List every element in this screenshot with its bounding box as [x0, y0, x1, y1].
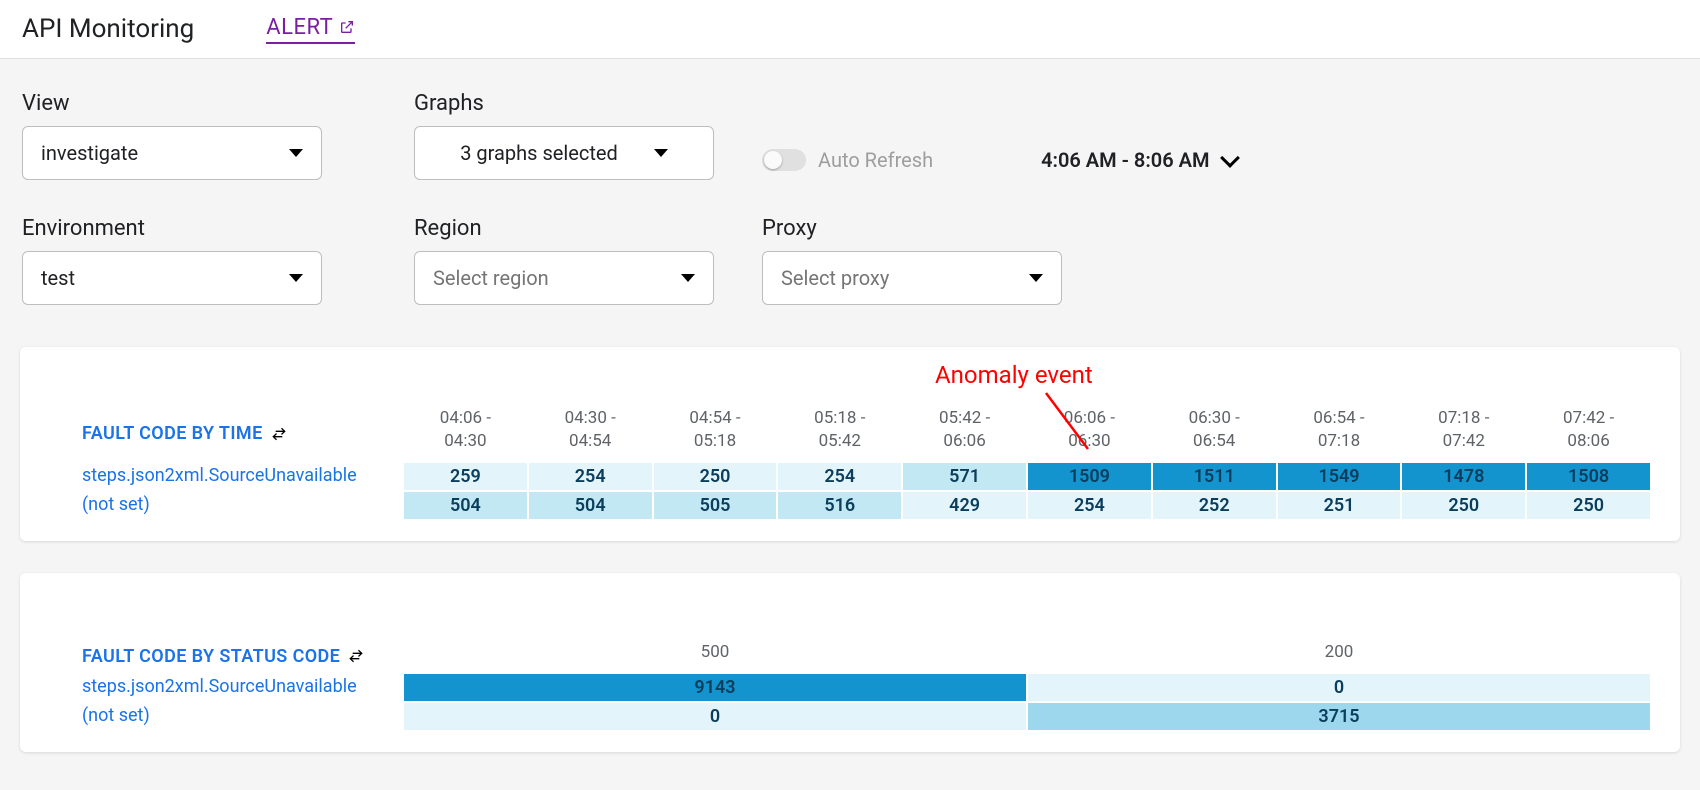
heat-cell[interactable]: 504 [529, 492, 652, 519]
filters-panel: View investigate Graphs 3 graphs selecte… [0, 59, 1700, 347]
timerange-value: 4:06 AM - 8:06 AM [1041, 148, 1209, 172]
heat-cell[interactable]: 259 [404, 463, 527, 490]
heat-cell[interactable]: 505 [654, 492, 777, 519]
time-bucket-header: 06:54 -07:18 [1278, 405, 1401, 463]
region-filter: Region Select region [414, 216, 714, 305]
time-bucket-header: 04:30 -04:54 [529, 405, 652, 463]
time-bucket-header: 04:54 -05:18 [654, 405, 777, 463]
autorefresh-toggle[interactable] [762, 149, 806, 171]
alert-link[interactable]: ALERT [266, 15, 355, 44]
region-label: Region [414, 216, 714, 241]
time-bucket-header: 05:42 -06:06 [903, 405, 1026, 463]
heat-cell[interactable]: 429 [903, 492, 1026, 519]
top-header: API Monitoring ALERT [0, 0, 1700, 59]
env-select[interactable]: test [22, 251, 322, 305]
heat-cell[interactable]: 250 [654, 463, 777, 490]
env-label: Environment [22, 216, 322, 241]
proxy-select[interactable]: Select proxy [762, 251, 1062, 305]
swap-icon [348, 648, 364, 664]
fault-by-status-title: FAULT CODE BY STATUS CODE [82, 639, 402, 674]
heat-cell[interactable]: 1509 [1028, 463, 1151, 490]
graphs-select[interactable]: 3 graphs selected [414, 126, 714, 180]
fault-by-status-card: FAULT CODE BY STATUS CODE 500200 steps.js… [20, 573, 1680, 752]
external-link-icon [339, 19, 355, 35]
page-title: API Monitoring [22, 14, 194, 44]
fault-row-label: steps.json2xml.SourceUnavailable [82, 674, 402, 703]
env-filter: Environment test [22, 216, 322, 305]
time-bucket-header: 04:06 -04:30 [404, 405, 527, 463]
fault-by-time-table: FAULT CODE BY TIME 04:06 -04:3004:30 -04… [82, 405, 1650, 521]
alert-link-label: ALERT [266, 15, 333, 40]
view-select[interactable]: investigate [22, 126, 322, 180]
heat-cell[interactable]: 9143 [404, 674, 1026, 701]
time-bucket-header: 07:42 -08:06 [1527, 405, 1650, 463]
time-bucket-header: 06:06 -06:30 [1028, 405, 1151, 463]
view-filter: View investigate [22, 91, 322, 180]
caret-down-icon [289, 274, 303, 282]
env-select-value: test [41, 266, 75, 290]
heat-cell[interactable]: 250 [1527, 492, 1650, 519]
heat-cell[interactable]: 1478 [1402, 463, 1525, 490]
graphs-label: Graphs [414, 91, 714, 116]
heat-cell[interactable]: 571 [903, 463, 1026, 490]
swap-icon [271, 426, 287, 442]
heat-cell[interactable]: 250 [1402, 492, 1525, 519]
status-code-header: 200 [1028, 639, 1650, 674]
fault-by-time-title: FAULT CODE BY TIME [82, 405, 402, 463]
heat-cell[interactable]: 254 [778, 463, 901, 490]
fault-row-label: (not set) [82, 703, 402, 732]
proxy-select-placeholder: Select proxy [781, 266, 889, 290]
time-bucket-header: 06:30 -06:54 [1153, 405, 1276, 463]
heat-cell[interactable]: 504 [404, 492, 527, 519]
proxy-label: Proxy [762, 216, 1062, 241]
heat-cell[interactable]: 1549 [1278, 463, 1401, 490]
time-bucket-header: 07:18 -07:42 [1402, 405, 1525, 463]
fault-row-label: steps.json2xml.SourceUnavailable [82, 463, 402, 492]
fault-by-status-table: FAULT CODE BY STATUS CODE 500200 steps.js… [82, 639, 1650, 732]
view-select-value: investigate [41, 141, 138, 165]
heat-cell[interactable]: 3715 [1028, 703, 1650, 730]
fault-by-time-card: Anomaly event FAULT CODE BY TIME 04:06 -… [20, 347, 1680, 541]
heat-cell[interactable]: 0 [404, 703, 1026, 730]
heat-cell[interactable]: 0 [1028, 674, 1650, 701]
heat-cell[interactable]: 1511 [1153, 463, 1276, 490]
graphs-select-value: 3 graphs selected [460, 141, 618, 165]
caret-down-icon [1029, 274, 1043, 282]
heat-cell[interactable]: 252 [1153, 492, 1276, 519]
region-select-placeholder: Select region [433, 266, 549, 290]
timerange-picker[interactable]: 4:06 AM - 8:06 AM [1041, 148, 1237, 172]
proxy-filter: Proxy Select proxy [762, 216, 1062, 305]
caret-down-icon [654, 149, 668, 157]
heat-cell[interactable]: 1508 [1527, 463, 1650, 490]
autorefresh-group: Auto Refresh [762, 148, 933, 172]
heat-cell[interactable]: 254 [1028, 492, 1151, 519]
time-bucket-header: 05:18 -05:42 [778, 405, 901, 463]
status-code-header: 500 [404, 639, 1026, 674]
heat-cell[interactable]: 516 [778, 492, 901, 519]
view-label: View [22, 91, 322, 116]
autorefresh-label: Auto Refresh [818, 148, 933, 172]
heat-cell[interactable]: 254 [529, 463, 652, 490]
caret-down-icon [289, 149, 303, 157]
caret-down-icon [681, 274, 695, 282]
heat-cell[interactable]: 251 [1278, 492, 1401, 519]
filters-row-1: View investigate Graphs 3 graphs selecte… [22, 91, 1678, 180]
region-select[interactable]: Select region [414, 251, 714, 305]
chevron-down-icon [1221, 148, 1241, 168]
graphs-filter: Graphs 3 graphs selected [414, 91, 714, 180]
filters-row-2: Environment test Region Select region Pr… [22, 216, 1678, 305]
fault-row-label: (not set) [82, 492, 402, 521]
